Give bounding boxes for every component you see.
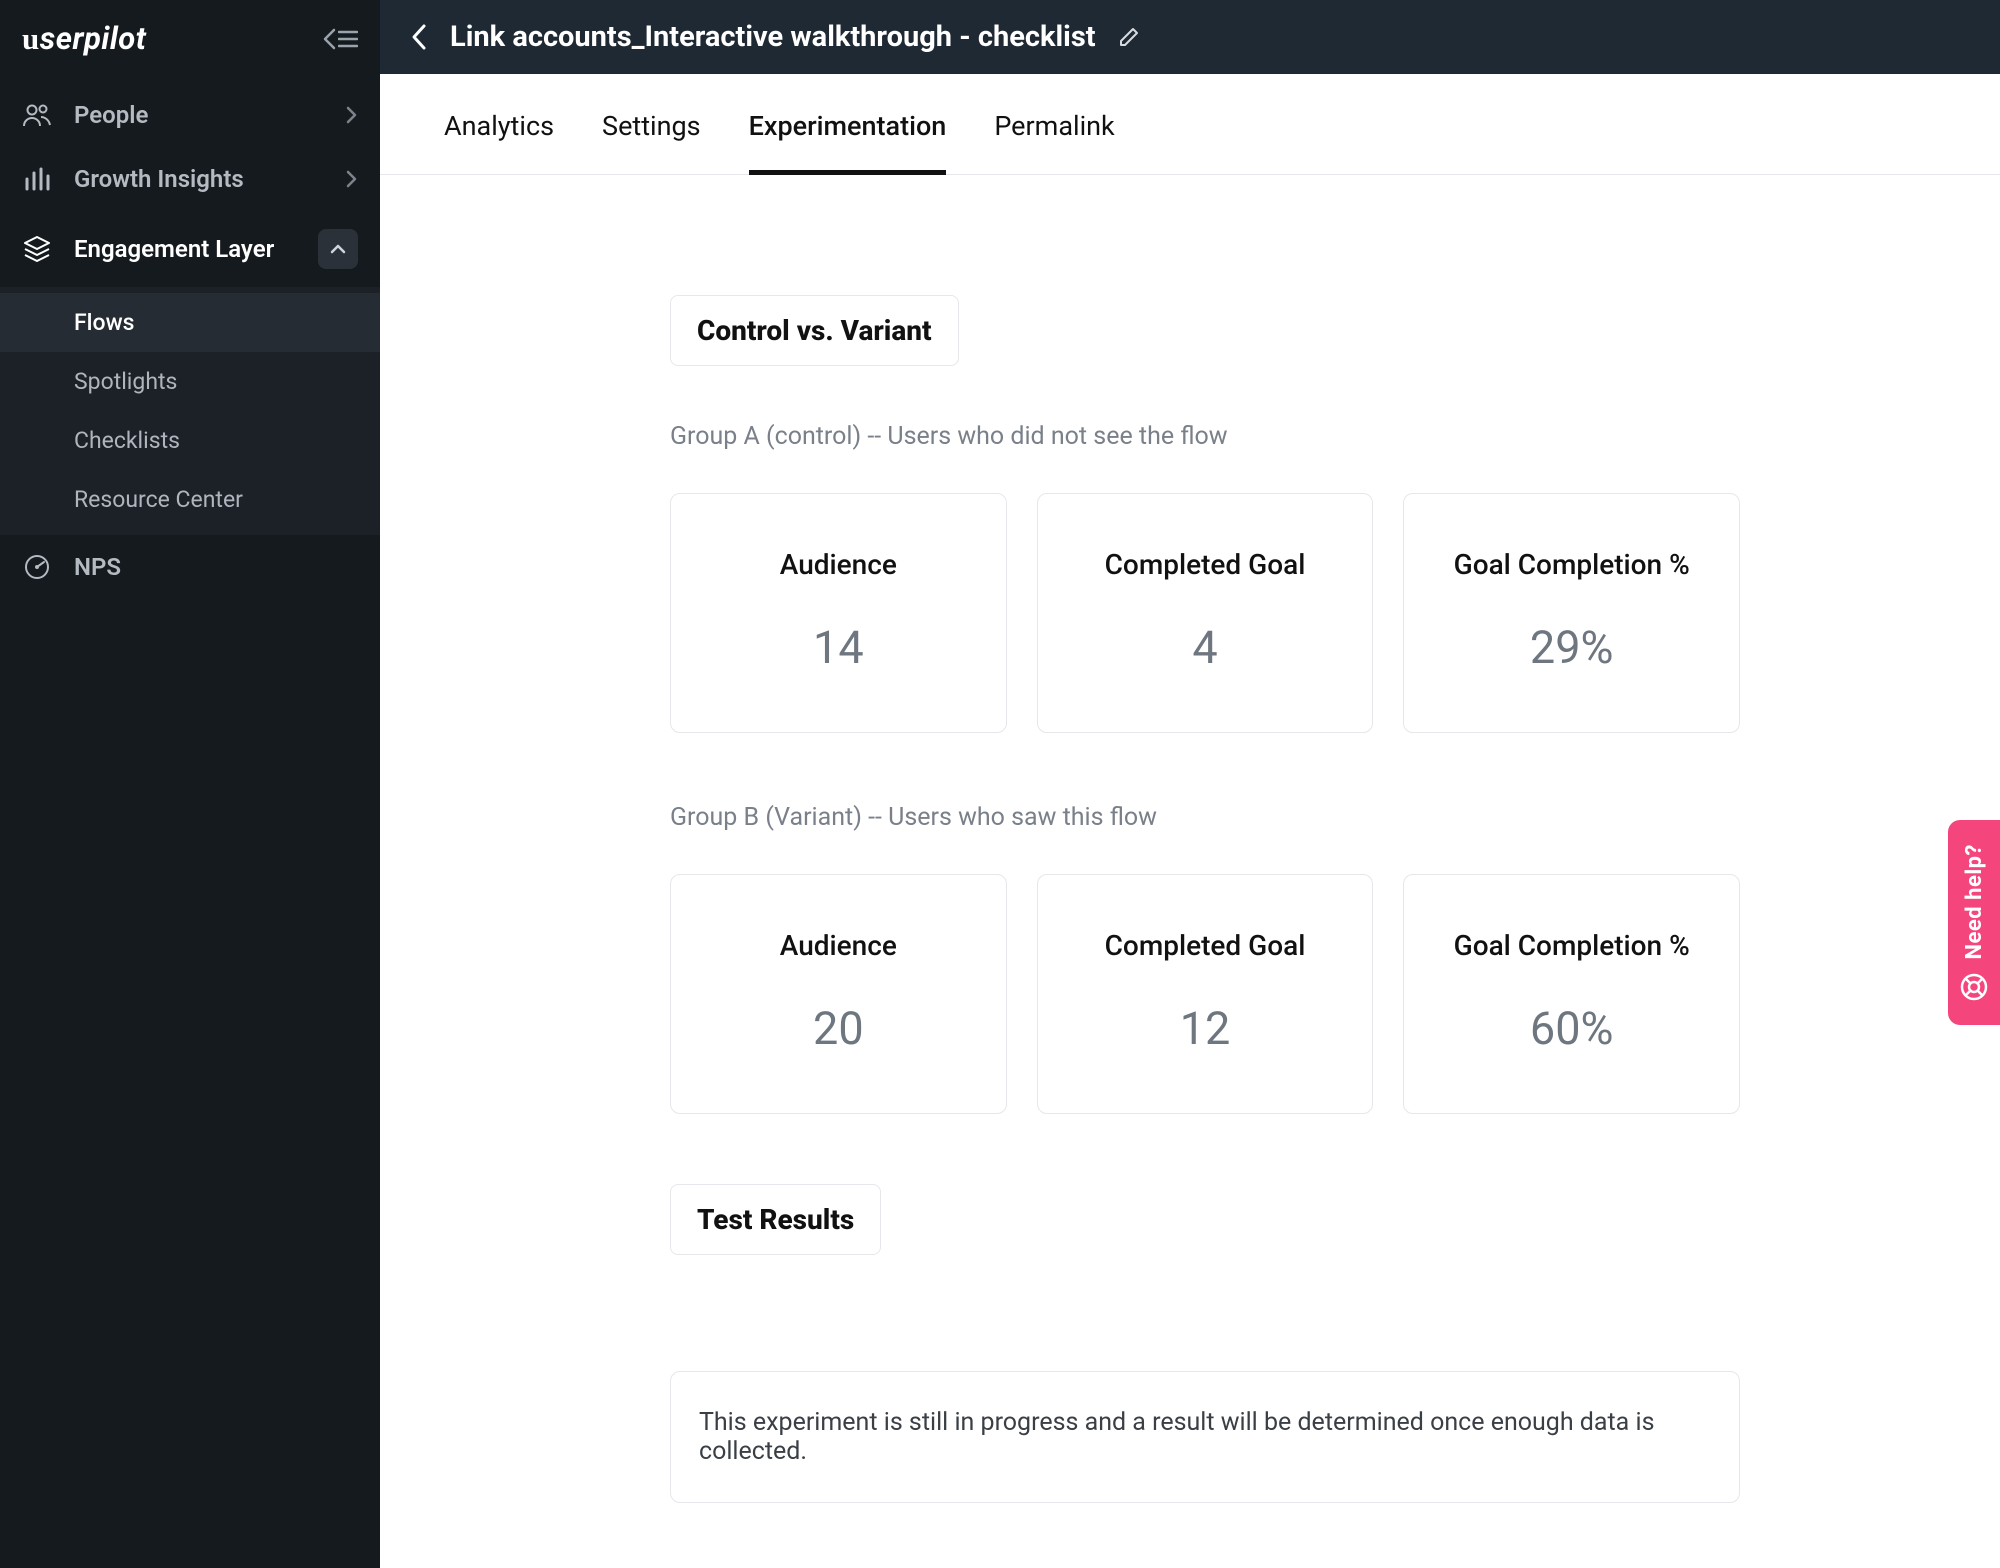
stat-label: Audience	[691, 929, 986, 962]
stat-value: 14	[691, 621, 986, 674]
sidebar-item-nps[interactable]: NPS	[0, 535, 380, 599]
group-a-stats: Audience 14 Completed Goal 4 Goal Comple…	[670, 493, 1740, 733]
page-title: Link accounts_Interactive walkthrough - …	[450, 20, 1096, 54]
stat-card-rate-a: Goal Completion % 29%	[1403, 493, 1740, 733]
content: Control vs. Variant Group A (control) --…	[380, 175, 2000, 1568]
group-b-stats: Audience 20 Completed Goal 12 Goal Compl…	[670, 874, 1740, 1114]
collapse-sidebar-icon[interactable]	[322, 28, 358, 50]
lifebuoy-icon	[1960, 973, 1988, 1001]
stat-label: Goal Completion %	[1424, 548, 1719, 581]
group-a-label: Group A (control) -- Users who did not s…	[670, 422, 1740, 451]
need-help-button[interactable]: Need help?	[1948, 820, 2000, 1025]
engagement-subnav: Flows Spotlights Checklists Resource Cen…	[0, 287, 380, 535]
stat-value: 20	[691, 1002, 986, 1055]
tab-analytics[interactable]: Analytics	[444, 74, 554, 175]
stat-card-rate-b: Goal Completion % 60%	[1403, 874, 1740, 1114]
chevron-right-icon	[346, 106, 358, 124]
edit-icon[interactable]	[1118, 26, 1140, 48]
main: Link accounts_Interactive walkthrough - …	[380, 0, 2000, 1568]
sidebar-item-growth-insights[interactable]: Growth Insights	[0, 147, 380, 211]
stat-card-audience-b: Audience 20	[670, 874, 1007, 1114]
sidebar-item-label: NPS	[74, 553, 358, 581]
stat-card-audience-a: Audience 14	[670, 493, 1007, 733]
sidebar-item-people[interactable]: People	[0, 83, 380, 147]
section-title-test-results: Test Results	[670, 1184, 881, 1255]
stat-card-completed-a: Completed Goal 4	[1037, 493, 1374, 733]
need-help-label: Need help?	[1962, 844, 1987, 959]
bar-chart-icon	[22, 167, 52, 191]
subnav-item-resource-center[interactable]: Resource Center	[0, 470, 380, 529]
sidebar-item-label: Engagement Layer	[74, 235, 296, 263]
sidebar-item-label: Growth Insights	[74, 165, 324, 193]
stat-label: Completed Goal	[1058, 548, 1353, 581]
section-title-control-variant: Control vs. Variant	[670, 295, 959, 366]
topbar: Link accounts_Interactive walkthrough - …	[380, 0, 2000, 74]
brand-logo: userpilot	[22, 20, 146, 57]
stat-value: 29%	[1424, 621, 1719, 674]
sidebar-item-engagement-layer[interactable]: Engagement Layer	[0, 211, 380, 287]
stat-value: 4	[1058, 621, 1353, 674]
layers-icon	[22, 236, 52, 262]
sidebar: userpilot People Growth Insights Engagem…	[0, 0, 380, 1568]
people-icon	[22, 103, 52, 127]
tab-permalink[interactable]: Permalink	[994, 74, 1114, 175]
group-b-label: Group B (Variant) -- Users who saw this …	[670, 803, 1740, 832]
chevron-right-icon	[346, 170, 358, 188]
stat-label: Completed Goal	[1058, 929, 1353, 962]
subnav-item-flows[interactable]: Flows	[0, 293, 380, 352]
gauge-icon	[22, 554, 52, 580]
tab-experimentation[interactable]: Experimentation	[749, 74, 947, 175]
subnav-item-spotlights[interactable]: Spotlights	[0, 352, 380, 411]
stat-value: 12	[1058, 1002, 1353, 1055]
chevron-up-icon[interactable]	[318, 229, 358, 269]
stat-value: 60%	[1424, 1002, 1719, 1055]
tabs: Analytics Settings Experimentation Perma…	[380, 74, 2000, 175]
stat-label: Goal Completion %	[1424, 929, 1719, 962]
stat-card-completed-b: Completed Goal 12	[1037, 874, 1374, 1114]
tab-settings[interactable]: Settings	[602, 74, 701, 175]
subnav-item-checklists[interactable]: Checklists	[0, 411, 380, 470]
test-results-message: This experiment is still in progress and…	[670, 1371, 1740, 1503]
back-icon[interactable]	[410, 23, 428, 51]
sidebar-item-label: People	[74, 101, 324, 129]
stat-label: Audience	[691, 548, 986, 581]
